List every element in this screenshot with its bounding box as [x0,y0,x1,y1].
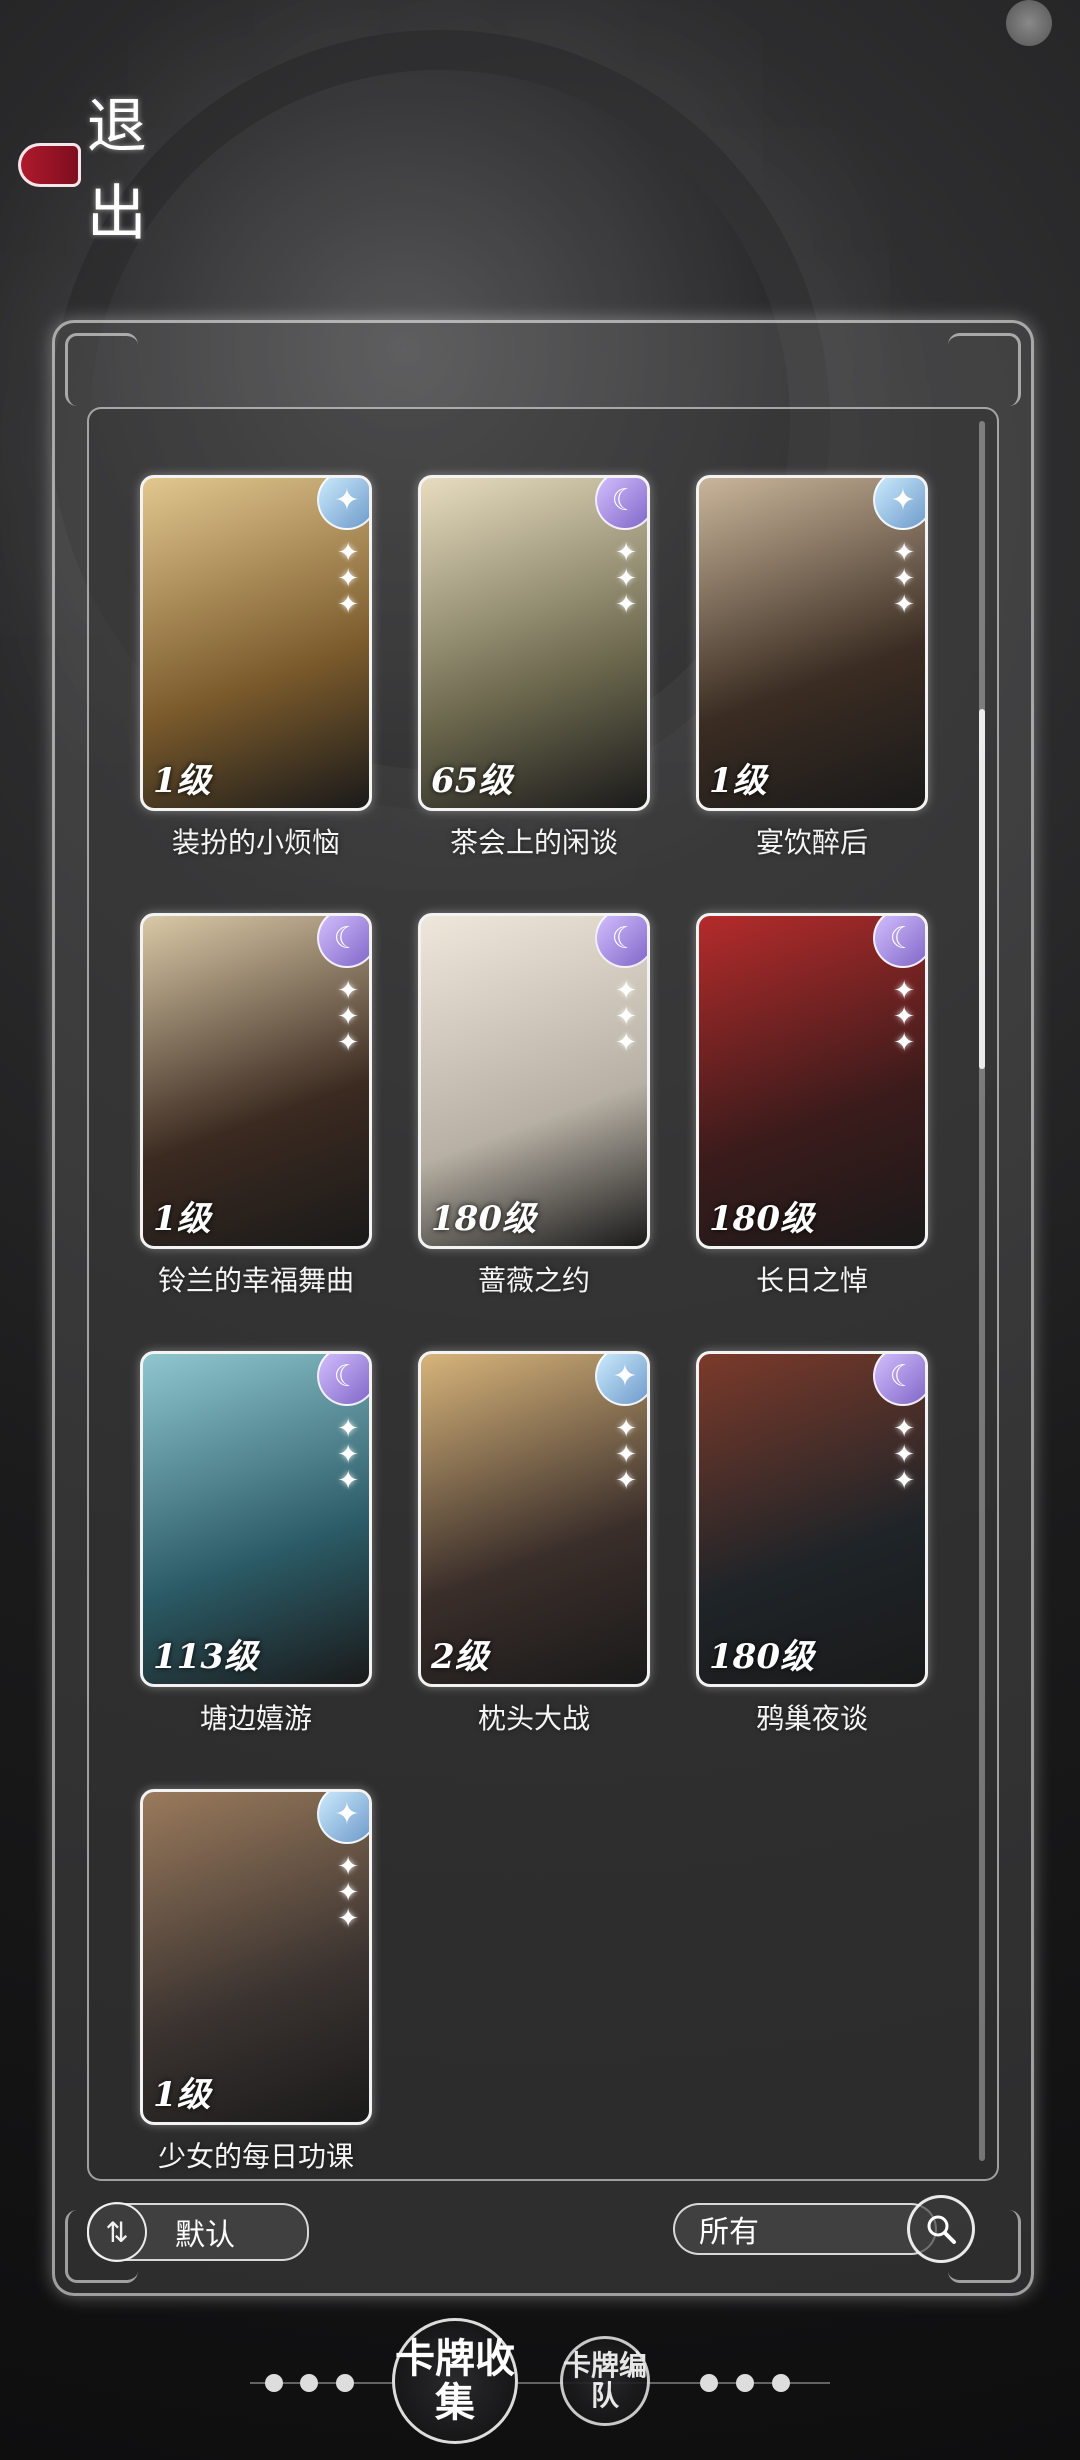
card-level: 1级 [153,1199,211,1239]
rarity-sparkles-icon: ✦ ✦ ✦ [337,1852,359,1934]
rarity-sparkles-icon: ✦ ✦ ✦ [893,538,915,620]
moon-badge-icon: ☾ [317,916,369,968]
rarity-sparkles-icon: ✦ ✦ ✦ [337,538,359,620]
rarity-sparkles-icon: ✦ ✦ ✦ [337,976,359,1058]
collection-card[interactable]: ☾ ✦ ✦ ✦ 180级长日之悼 [696,913,928,1299]
search-button[interactable] [907,2195,975,2263]
exit-label: 退出 [86,92,149,249]
nav-dot-icon [300,2374,318,2392]
card-level: 113级 [153,1637,258,1677]
card-artwork[interactable]: ✦ ✦ ✦ ✦ 1级 [140,475,372,811]
nav-dot-icon [736,2374,754,2392]
star-badge-icon: ✦ [873,478,925,530]
moon-badge-icon: ☾ [873,916,925,968]
card-artwork[interactable]: ☾ ✦ ✦ ✦ 65级 [418,475,650,811]
card-level: 2级 [431,1637,489,1677]
card-level: 1级 [153,2075,211,2115]
collection-card[interactable]: ✦ ✦ ✦ ✦ 2级 枕头大战 [418,1351,650,1737]
filter-dropdown[interactable]: 所有 [673,2203,937,2255]
nav-dot-icon [336,2374,354,2392]
card-artwork[interactable]: ✦ ✦ ✦ ✦ 2级 [418,1351,650,1687]
card-grid-scroll-area[interactable]: ✦ ✦ ✦ ✦ 1级 装扮的小烦恼 ☾ ✦ ✦ ✦ 65级 茶会上的闲谈 ✦ ✦ ✦ ✦ 1级 宴饮醉后 ☾ ✦ ✦ ✦ 1… [87,407,999,2181]
collection-card[interactable]: ✦ ✦ ✦ ✦ 1级 宴饮醉后 [696,475,928,861]
sort-label: 默认 [175,2218,235,2253]
star-badge-icon: ✦ [317,1792,369,1844]
scrollbar-track[interactable] [979,421,985,2161]
rarity-sparkles-icon: ✦ ✦ ✦ [893,1414,915,1496]
card-level: 1级 [153,761,211,801]
star-badge-icon: ✦ [317,478,369,530]
card-formation-tab-label: 卡牌编队 [563,2349,648,2412]
scrollbar-thumb[interactable] [979,709,985,1069]
collection-card[interactable]: ☾ ✦ ✦ ✦ 1级铃兰的幸福舞曲 [140,913,372,1299]
card-title: 塘边嬉游 [199,1702,312,1735]
card-title: 蔷薇之约 [477,1264,590,1297]
card-title: 鸦巢夜谈 [755,1702,868,1735]
card-artwork[interactable]: ☾ ✦ ✦ ✦ 180级 [696,1351,928,1687]
card-title: 装扮的小烦恼 [171,826,340,859]
card-grid: ✦ ✦ ✦ ✦ 1级 装扮的小烦恼 ☾ ✦ ✦ ✦ 65级 茶会上的闲谈 ✦ ✦ ✦ ✦ 1级 宴饮醉后 ☾ ✦ ✦ ✦ 1… [140,475,961,2175]
exit-button[interactable]: 退出 [18,92,198,249]
moon-badge-icon: ☾ [317,1354,369,1406]
top-right-orb-icon [1006,0,1052,46]
card-title: 少女的每日功课 [157,2140,354,2173]
collection-card[interactable]: ☾ ✦ ✦ ✦ 180级蔷薇之约 [418,913,650,1299]
bottom-navigation: 卡牌收集 卡牌编队 [0,2300,1080,2460]
rarity-sparkles-icon: ✦ ✦ ✦ [337,1414,359,1496]
nav-dot-icon [772,2374,790,2392]
card-title: 长日之悼 [755,1264,868,1297]
moon-badge-icon: ☾ [873,1354,925,1406]
collection-card[interactable]: ✦ ✦ ✦ ✦ 1级 少女的每日功课 [140,1789,372,2175]
star-badge-icon: ✦ [595,1354,647,1406]
filter-value: 所有 [699,2215,759,2250]
card-collection-tab[interactable]: 卡牌收集 [392,2318,518,2444]
rarity-sparkles-icon: ✦ ✦ ✦ [615,538,637,620]
moon-badge-icon: ☾ [595,478,647,530]
card-title: 枕头大战 [477,1702,590,1735]
rarity-sparkles-icon: ✦ ✦ ✦ [615,976,637,1058]
ornament-corner-icon [65,333,138,406]
card-artwork[interactable]: ☾ ✦ ✦ ✦ 113级 [140,1351,372,1687]
card-collection-panel: ✦ ✦ ✦ ✦ 1级 装扮的小烦恼 ☾ ✦ ✦ ✦ 65级 茶会上的闲谈 ✦ ✦ ✦ ✦ 1级 宴饮醉后 ☾ ✦ ✦ ✦ 1… [52,320,1034,2296]
card-level: 1级 [709,761,767,801]
card-artwork[interactable]: ☾ ✦ ✦ ✦ 1级 [140,913,372,1249]
card-formation-tab[interactable]: 卡牌编队 [560,2336,650,2426]
card-title: 铃兰的幸福舞曲 [157,1264,354,1297]
card-artwork[interactable]: ✦ ✦ ✦ ✦ 1级 [696,475,928,811]
card-title: 宴饮醉后 [755,826,868,859]
filter-search: 所有 [673,2195,993,2263]
collection-card[interactable]: ☾ ✦ ✦ ✦ 113级塘边嬉游 [140,1351,372,1737]
rarity-sparkles-icon: ✦ ✦ ✦ [615,1414,637,1496]
nav-dot-icon [265,2374,283,2392]
card-artwork[interactable]: ☾ ✦ ✦ ✦ 180级 [696,913,928,1249]
nav-dot-icon [700,2374,718,2392]
card-collection-tab-label: 卡牌收集 [395,2335,515,2426]
collection-card[interactable]: ✦ ✦ ✦ ✦ 1级 装扮的小烦恼 [140,475,372,861]
collection-card[interactable]: ☾ ✦ ✦ ✦ 180级鸦巢夜谈 [696,1351,928,1737]
partial-previous-row [169,409,929,429]
search-icon [927,2215,956,2244]
rarity-sparkles-icon: ✦ ✦ ✦ [893,976,915,1058]
card-level: 180级 [431,1199,536,1239]
card-level: 65级 [431,761,513,801]
ornament-corner-icon [948,333,1021,406]
card-level: 180级 [709,1199,814,1239]
moon-badge-icon: ☾ [595,916,647,968]
card-title: 茶会上的闲谈 [449,826,618,859]
collection-card[interactable]: ☾ ✦ ✦ ✦ 65级茶会上的闲谈 [418,475,650,861]
card-level: 180级 [709,1637,814,1677]
sort-order-icon: ⇅ [87,2202,147,2262]
sort-button[interactable]: ⇅ 默认 [87,2202,309,2262]
card-artwork[interactable]: ✦ ✦ ✦ ✦ 1级 [140,1789,372,2125]
card-artwork[interactable]: ☾ ✦ ✦ ✦ 180级 [418,913,650,1249]
exit-ribbon-icon [18,143,81,187]
